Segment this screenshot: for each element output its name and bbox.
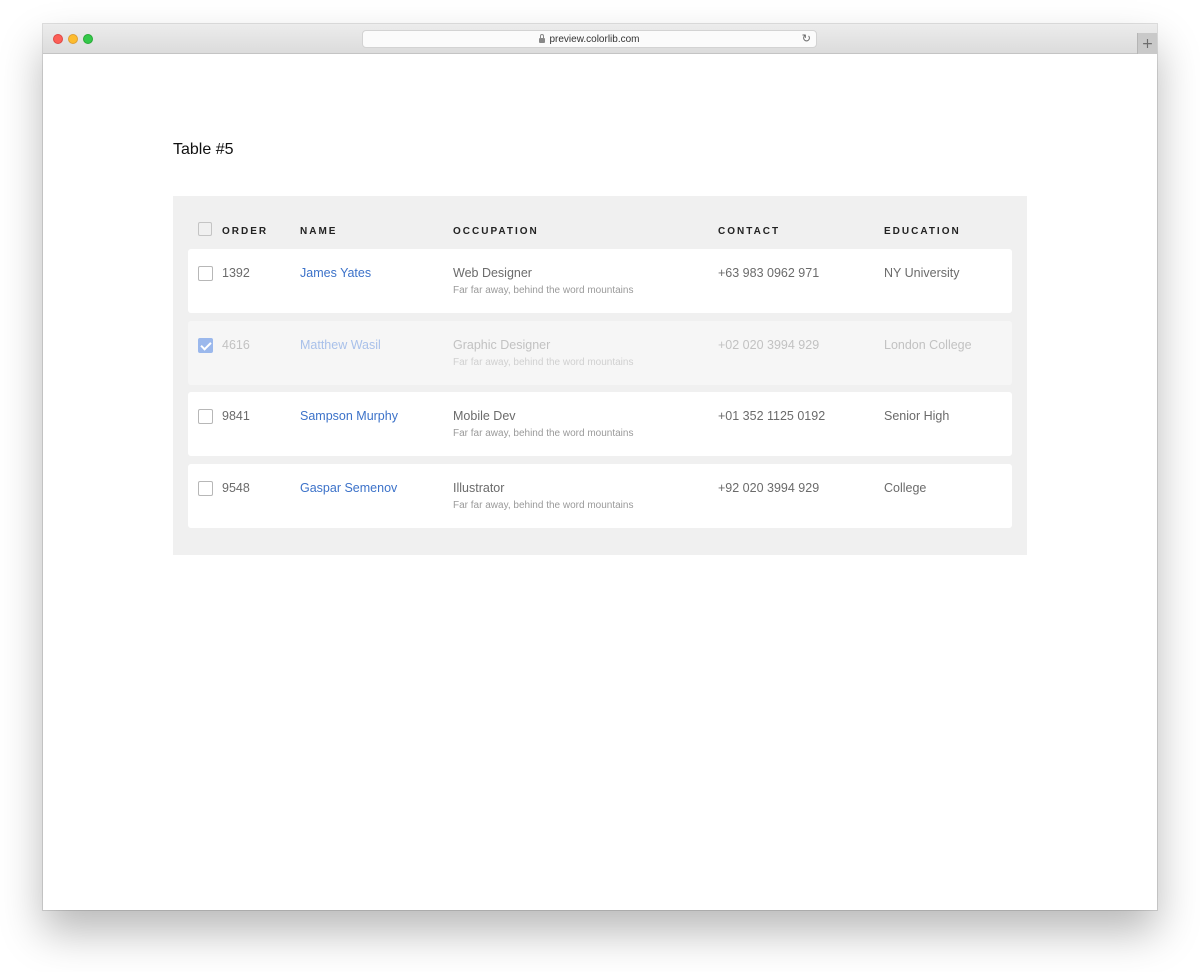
page-title: Table #5 — [173, 141, 234, 158]
address-bar-url: preview.colorlib.com — [549, 33, 640, 45]
order-cell: 9548 — [222, 481, 250, 495]
order-cell: 1392 — [222, 266, 250, 280]
occupation-subtitle: Far far away, behind the word mountains — [453, 428, 634, 439]
contact-cell: +92 020 3994 929 — [718, 481, 820, 495]
order-cell: 9841 — [222, 409, 250, 423]
table-row[interactable]: 4616 Matthew Wasil Graphic Designer Far … — [188, 321, 1012, 385]
name-link[interactable]: Gaspar Semenov — [300, 481, 397, 495]
occupation-cell: Graphic Designer Far far away, behind th… — [453, 338, 633, 368]
table-row[interactable]: 9548 Gaspar Semenov Illustrator Far far … — [188, 464, 1012, 528]
reload-icon[interactable]: ↻ — [802, 32, 811, 45]
contact-cell: +02 020 3994 929 — [718, 338, 820, 352]
row-checkbox[interactable] — [198, 481, 213, 496]
header-occupation: OCCUPATION — [453, 226, 539, 237]
occupation-cell: Web Designer Far far away, behind the wo… — [453, 266, 633, 296]
name-link[interactable]: James Yates — [300, 266, 371, 280]
browser-titlebar: preview.colorlib.com ↻ + — [43, 24, 1157, 54]
header-order: ORDER — [222, 226, 269, 237]
name-link[interactable]: Matthew Wasil — [300, 338, 381, 352]
name-link[interactable]: Sampson Murphy — [300, 409, 398, 423]
occupation-title: Graphic Designer — [453, 338, 551, 352]
occupation-title: Illustrator — [453, 481, 505, 495]
table-row[interactable]: 9841 Sampson Murphy Mobile Dev Far far a… — [188, 392, 1012, 456]
occupation-subtitle: Far far away, behind the word mountains — [453, 285, 634, 296]
occupation-subtitle: Far far away, behind the word mountains — [453, 357, 634, 368]
header-contact: CONTACT — [718, 226, 781, 237]
contact-cell: +01 352 1125 0192 — [718, 409, 826, 423]
occupation-cell: Illustrator Far far away, behind the wor… — [453, 481, 633, 511]
occupation-title: Mobile Dev — [453, 409, 516, 423]
occupation-subtitle: Far far away, behind the word mountains — [453, 500, 634, 511]
browser-window: preview.colorlib.com ↻ + Table #5 ORDER … — [43, 24, 1157, 910]
page-content: Table #5 ORDER NAME OCCUPATION CONTACT E… — [43, 54, 1157, 910]
select-all-checkbox[interactable] — [198, 222, 212, 236]
education-cell: Senior High — [884, 409, 950, 423]
order-cell: 4616 — [222, 338, 250, 352]
occupation-cell: Mobile Dev Far far away, behind the word… — [453, 409, 633, 439]
table-header: ORDER NAME OCCUPATION CONTACT EDUCATION — [173, 222, 1027, 242]
education-cell: College — [884, 481, 927, 495]
row-checkbox[interactable] — [198, 409, 213, 424]
occupation-title: Web Designer — [453, 266, 532, 280]
education-cell: London College — [884, 338, 972, 352]
contact-cell: +63 983 0962 971 — [718, 266, 820, 280]
close-window-button[interactable] — [53, 34, 63, 44]
row-checkbox[interactable] — [198, 338, 213, 353]
maximize-window-button[interactable] — [83, 34, 93, 44]
table-row[interactable]: 1392 James Yates Web Designer Far far aw… — [188, 249, 1012, 313]
header-name: NAME — [300, 226, 338, 237]
minimize-window-button[interactable] — [68, 34, 78, 44]
data-table: ORDER NAME OCCUPATION CONTACT EDUCATION … — [173, 196, 1027, 555]
new-tab-button[interactable]: + — [1137, 33, 1157, 54]
row-checkbox[interactable] — [198, 266, 213, 281]
lock-icon — [539, 33, 546, 43]
address-bar[interactable]: preview.colorlib.com ↻ — [362, 30, 817, 48]
header-education: EDUCATION — [884, 226, 961, 237]
education-cell: NY University — [884, 266, 960, 280]
